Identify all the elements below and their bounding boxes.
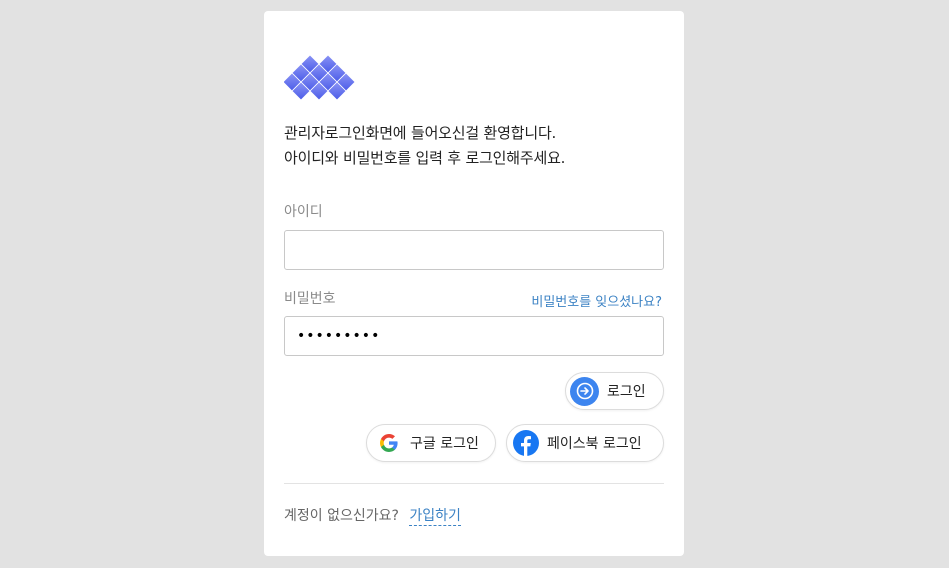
logo-icon (284, 54, 356, 101)
login-button[interactable]: 로그인 (565, 372, 664, 410)
divider (284, 483, 664, 484)
welcome-line-1: 관리자로그인화면에 들어오신걸 환영합니다. (284, 124, 557, 142)
signup-link[interactable]: 가입하기 (409, 508, 461, 526)
welcome-message: 관리자로그인화면에 들어오신걸 환영합니다. 아이디와 비밀번호를 입력 후 로… (284, 121, 565, 171)
welcome-line-2: 아이디와 비밀번호를 입력 후 로그인해주세요. (284, 149, 566, 167)
signup-row: 계정이 없으신가요? 가입하기 (284, 505, 461, 526)
login-button-label: 로그인 (607, 384, 646, 400)
signup-prompt: 계정이 없으신가요? (284, 508, 399, 524)
arrow-right-circle-icon (570, 376, 599, 406)
google-login-button[interactable]: 구글 로그인 (366, 424, 496, 462)
google-login-label: 구글 로그인 (410, 436, 479, 452)
password-label: 비밀번호 (284, 291, 336, 307)
login-card: 관리자로그인화면에 들어오신걸 환영합니다. 아이디와 비밀번호를 입력 후 로… (264, 11, 684, 556)
id-label: 아이디 (284, 204, 323, 220)
id-input[interactable] (284, 230, 664, 270)
facebook-icon (513, 430, 539, 456)
facebook-login-label: 페이스북 로그인 (547, 436, 642, 452)
facebook-login-button[interactable]: 페이스북 로그인 (506, 424, 664, 462)
google-icon (376, 430, 402, 456)
password-input[interactable] (284, 316, 664, 356)
forgot-password-link[interactable]: 비밀번호를 잊으셨나요? (531, 291, 662, 310)
